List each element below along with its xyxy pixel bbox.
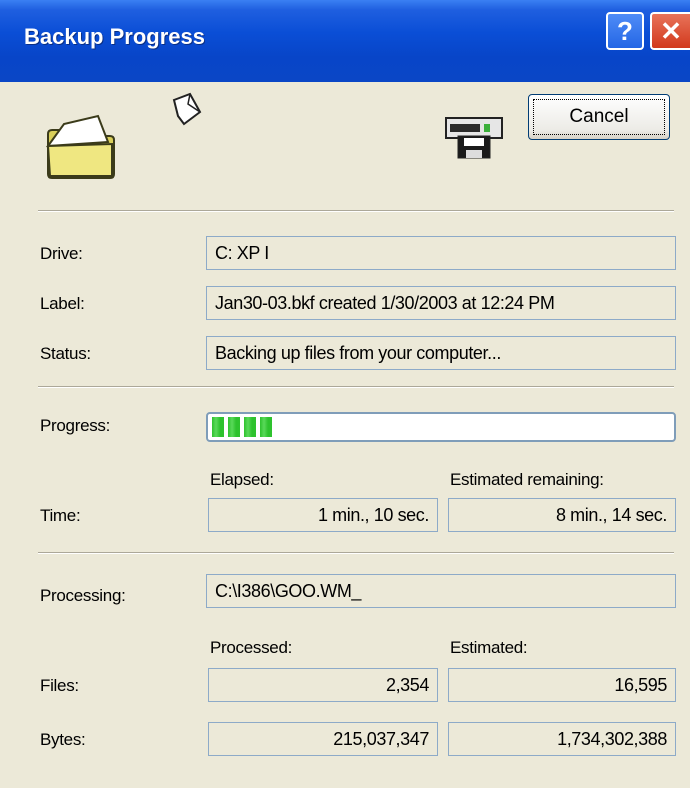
backup-progress-dialog: Backup Progress ? ✕ Cancel Drive: C: XP … — [0, 0, 690, 788]
cancel-button[interactable]: Cancel — [528, 94, 670, 140]
drive-field: C: XP I — [206, 236, 676, 270]
progress-label: Progress: — [40, 416, 111, 435]
folder-icon — [45, 114, 115, 179]
bytes-label: Bytes: — [40, 730, 86, 749]
backup-label-label: Label: — [40, 294, 85, 313]
elapsed-header: Elapsed: — [210, 470, 274, 489]
remaining-header: Estimated remaining: — [450, 470, 604, 489]
separator — [38, 552, 674, 554]
bytes-processed-field: 215,037,347 — [208, 722, 438, 756]
help-icon: ? — [617, 15, 633, 46]
progress-bar — [206, 412, 676, 442]
separator — [38, 386, 674, 388]
files-processed-field: 2,354 — [208, 668, 438, 702]
backup-label-field: Jan30-03.bkf created 1/30/2003 at 12:24 … — [206, 286, 676, 320]
files-estimated-field: 16,595 — [448, 668, 676, 702]
remaining-field: 8 min., 14 sec. — [448, 498, 676, 532]
title-bar[interactable]: Backup Progress ? ✕ — [0, 0, 690, 82]
window-title: Backup Progress — [24, 24, 205, 49]
progress-fill — [212, 417, 277, 437]
drive-icon — [445, 117, 503, 159]
processing-label: Processing: — [40, 586, 126, 605]
status-field: Backing up files from your computer... — [206, 336, 676, 370]
close-button[interactable]: ✕ — [650, 12, 690, 50]
help-button[interactable]: ? — [606, 12, 644, 50]
processing-field: C:\I386\GOO.WM_ — [206, 574, 676, 608]
estimated-header: Estimated: — [450, 638, 528, 657]
elapsed-field: 1 min., 10 sec. — [208, 498, 438, 532]
close-icon: ✕ — [660, 15, 682, 46]
files-label: Files: — [40, 676, 79, 695]
status-label: Status: — [40, 344, 91, 363]
paper-icon — [172, 92, 202, 126]
cancel-button-label: Cancel — [533, 99, 665, 135]
dialog-body: Cancel Drive: C: XP I Label: Jan30-03.bk… — [0, 82, 690, 788]
bytes-estimated-field: 1,734,302,388 — [448, 722, 676, 756]
drive-label: Drive: — [40, 244, 83, 263]
time-label: Time: — [40, 506, 81, 525]
separator — [38, 210, 674, 212]
processed-header: Processed: — [210, 638, 293, 657]
